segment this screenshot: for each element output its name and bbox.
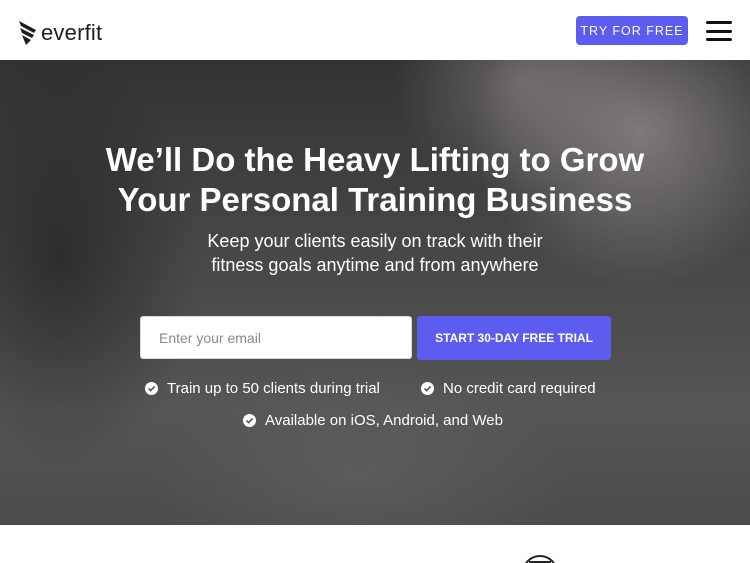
- feature-check-item: No credit card required: [421, 380, 596, 397]
- hero-title-line-2: Your Personal Training Business: [117, 181, 633, 218]
- logo-text: everfit: [41, 20, 103, 45]
- everfit-logo[interactable]: everfit: [18, 18, 102, 48]
- hero-title: We’ll Do the Heavy Lifting to Grow Your …: [0, 140, 750, 220]
- feature-check-label: No credit card required: [443, 380, 596, 397]
- everfit-logo-icon: [19, 21, 36, 45]
- menu-bar: [706, 38, 732, 41]
- feature-check-label: Available on iOS, Android, and Web: [265, 412, 503, 429]
- feature-check-label: Train up to 50 clients during trial: [167, 380, 380, 397]
- site-header: everfit TRY FOR FREE: [0, 0, 750, 60]
- hero-title-line-1: We’ll Do the Heavy Lifting to Grow: [105, 141, 645, 178]
- hero-subtitle-line-2: fitness goals anytime and from anywhere: [211, 255, 539, 275]
- check-circle-icon: [421, 382, 434, 395]
- feature-check-item: Train up to 50 clients during trial: [145, 380, 380, 397]
- check-circle-icon: [243, 414, 256, 427]
- menu-bar: [706, 21, 732, 24]
- check-circle-icon: [145, 382, 158, 395]
- menu-bar: [706, 29, 732, 33]
- start-free-trial-button[interactable]: START 30-DAY FREE TRIAL: [417, 316, 611, 360]
- feature-check-item: Available on iOS, Android, and Web: [243, 412, 503, 429]
- email-input[interactable]: [140, 316, 412, 359]
- hero-subtitle-line-1: Keep your clients easily on track with t…: [207, 231, 543, 251]
- try-for-free-button[interactable]: TRY FOR FREE: [576, 16, 688, 45]
- partner-badge-icon: [522, 555, 558, 563]
- hero-background-overlay: [0, 60, 750, 525]
- hero-subtitle: Keep your clients easily on track with t…: [0, 229, 750, 277]
- hamburger-menu-icon[interactable]: [706, 21, 732, 41]
- hero-section: We’ll Do the Heavy Lifting to Grow Your …: [0, 60, 750, 525]
- content-section: [0, 525, 750, 563]
